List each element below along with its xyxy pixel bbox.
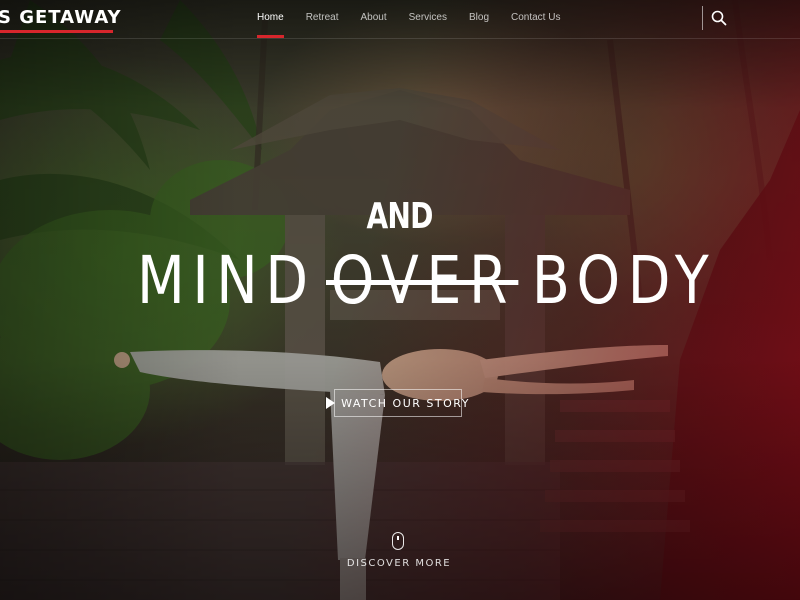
headline-word-body: BODY — [531, 241, 717, 319]
nav-item-label: Services — [408, 12, 447, 23]
watch-our-story-button[interactable]: WATCH OUR STORY — [326, 389, 468, 417]
headline-word-over: OVER — [325, 242, 519, 319]
hero-headline-line2: MIND OVER BODY — [137, 240, 716, 320]
scroll-mouse-icon[interactable] — [392, 532, 404, 550]
nav-item-services[interactable]: Services — [398, 0, 458, 38]
play-icon — [326, 397, 336, 409]
site-logo[interactable]: S GETAWAY — [0, 7, 122, 28]
search-button[interactable] — [710, 9, 728, 27]
hero-headline-line1: AND — [366, 196, 433, 237]
nav-divider — [702, 6, 703, 30]
strikethrough-bar — [325, 279, 519, 285]
logo-accent-bar — [0, 30, 113, 33]
nav-item-label: Retreat — [305, 12, 339, 23]
discover-more-link[interactable]: DISCOVER MORE — [0, 558, 798, 569]
watch-our-story-label: WATCH OUR STORY — [341, 396, 470, 410]
nav-item-about[interactable]: About — [349, 0, 397, 38]
nav-item-home[interactable]: Home — [246, 0, 295, 38]
hero-section: S GETAWAY Home Retreat About Services Bl… — [0, 0, 800, 600]
nav-item-label: Blog — [468, 12, 489, 23]
nav-item-contact-us[interactable]: Contact Us — [500, 0, 571, 38]
search-icon — [711, 10, 727, 26]
logo-text: S GETAWAY — [0, 7, 122, 28]
nav-item-blog[interactable]: Blog — [458, 0, 500, 38]
main-nav: Home Retreat About Services Blog Contact… — [246, 0, 571, 38]
nav-item-label: Home — [257, 12, 284, 23]
site-header: S GETAWAY Home Retreat About Services Bl… — [0, 0, 800, 39]
nav-item-label: Contact Us — [511, 12, 561, 23]
nav-item-retreat[interactable]: Retreat — [295, 0, 350, 38]
headline-word-mind: MIND — [137, 241, 316, 319]
nav-item-label: About — [360, 12, 387, 23]
